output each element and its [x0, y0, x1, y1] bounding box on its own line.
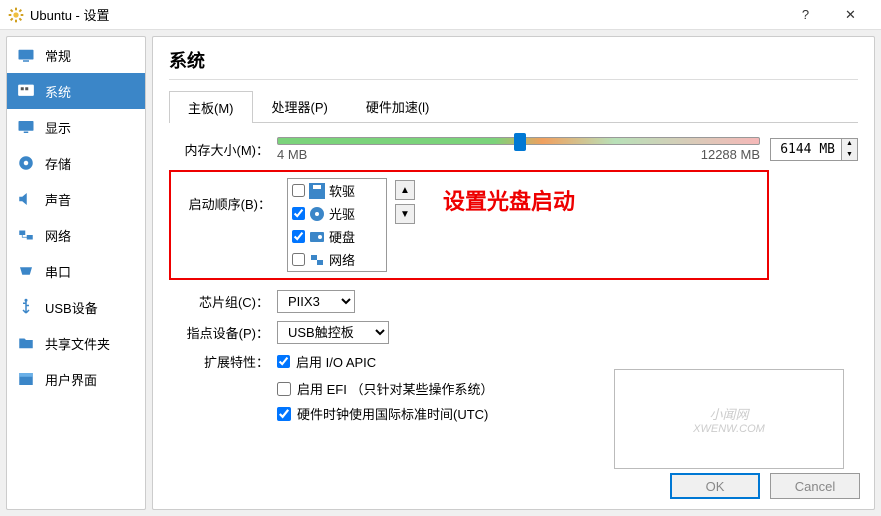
ok-button[interactable]: OK [670, 473, 760, 499]
utc-checkbox[interactable] [277, 407, 291, 421]
slider-thumb[interactable] [514, 133, 526, 151]
gear-icon [8, 7, 24, 23]
tab-accel[interactable]: 硬件加速(l) [347, 90, 449, 122]
window-title: Ubuntu - 设置 [30, 5, 783, 24]
chipset-select[interactable]: PIIX3 [277, 290, 355, 313]
title-bar: Ubuntu - 设置 ? ✕ [0, 0, 881, 30]
pointing-label: 指点设备(P)： [169, 323, 269, 342]
memory-row: 内存大小(M)： 4 MB12288 MB ▲▼ [169, 137, 858, 162]
sidebar-item-shared[interactable]: 共享文件夹 [7, 325, 145, 361]
boot-label: 启动顺序(B)： [171, 194, 271, 213]
boot-move-up-button[interactable]: ▲ [395, 180, 415, 200]
pointing-select[interactable]: USB触控板 [277, 321, 389, 344]
boot-move-down-button[interactable]: ▼ [395, 204, 415, 224]
sidebar-item-storage[interactable]: 存储 [7, 145, 145, 181]
efi-checkbox[interactable] [277, 382, 291, 396]
sidebar-item-audio[interactable]: 声音 [7, 181, 145, 217]
tabs: 主板(M) 处理器(P) 硬件加速(l) [169, 90, 858, 123]
help-button[interactable]: ? [783, 0, 828, 30]
network-icon [309, 252, 325, 268]
sidebar-item-general[interactable]: 常规 [7, 37, 145, 73]
cancel-button[interactable]: Cancel [770, 473, 860, 499]
extended-label: 扩展特性： [169, 352, 269, 371]
sidebar-item-display[interactable]: 显示 [7, 109, 145, 145]
sidebar-item-serial[interactable]: 串口 [7, 253, 145, 289]
chipset-label: 芯片组(C)： [169, 292, 269, 311]
disk-icon [309, 229, 325, 245]
memory-label: 内存大小(M)： [169, 140, 269, 159]
annotation-text: 设置光盘启动 [443, 184, 575, 216]
sidebar-item-ui[interactable]: 用户界面 [7, 361, 145, 397]
spin-up-icon[interactable]: ▲ [842, 139, 857, 150]
tab-motherboard[interactable]: 主板(M) [169, 91, 253, 123]
tab-processor[interactable]: 处理器(P) [253, 90, 347, 122]
boot-order-list: 软驱 光驱 硬盘 网络 [287, 178, 387, 272]
memory-spinbox[interactable]: ▲▼ [770, 138, 858, 161]
boot-item-optical[interactable]: 光驱 [288, 202, 386, 225]
boot-item-floppy[interactable]: 软驱 [288, 179, 386, 202]
optical-icon [309, 206, 325, 222]
boot-item-network[interactable]: 网络 [288, 248, 386, 271]
floppy-icon [309, 183, 325, 199]
close-button[interactable]: ✕ [828, 0, 873, 30]
sidebar-item-system[interactable]: 系统 [7, 73, 145, 109]
memory-slider[interactable] [277, 137, 760, 145]
main-panel: 系统 主板(M) 处理器(P) 硬件加速(l) 内存大小(M)： 4 MB122… [152, 36, 875, 510]
spin-down-icon[interactable]: ▼ [842, 150, 857, 161]
sidebar-item-network[interactable]: 网络 [7, 217, 145, 253]
page-title: 系统 [169, 47, 858, 73]
sidebar: 常规 系统 显示 存储 声音 网络 串口 USB设备 共享文件夹 用户界面 [6, 36, 146, 510]
boot-item-disk[interactable]: 硬盘 [288, 225, 386, 248]
sidebar-item-usb[interactable]: USB设备 [7, 289, 145, 325]
memory-input[interactable] [771, 139, 841, 160]
ioapic-checkbox[interactable] [277, 355, 290, 368]
